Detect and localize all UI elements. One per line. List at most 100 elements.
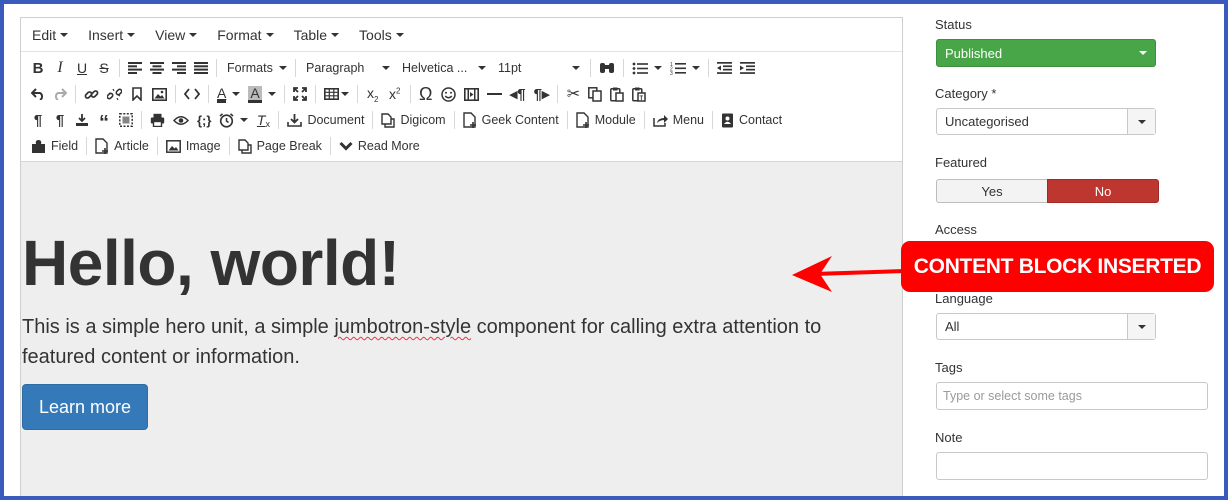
- menu-tools[interactable]: Tools: [359, 27, 404, 43]
- article-button[interactable]: Article: [91, 134, 153, 158]
- toolbar-divider: [372, 111, 374, 129]
- toolbar-divider: [208, 85, 209, 103]
- horizontal-rule-icon[interactable]: [483, 82, 506, 106]
- menu-table[interactable]: Table: [294, 27, 340, 43]
- dropdown-toggle[interactable]: [1127, 109, 1155, 134]
- status-select[interactable]: Published: [936, 39, 1156, 67]
- formats-dropdown[interactable]: Formats: [221, 56, 291, 80]
- numbered-list-icon[interactable]: 123: [666, 56, 704, 80]
- align-justify-icon[interactable]: [190, 56, 212, 80]
- share-icon: [652, 114, 668, 127]
- ltr-paragraph-icon[interactable]: ¶: [27, 108, 49, 132]
- emoticons-icon[interactable]: [437, 82, 460, 106]
- background-color-icon[interactable]: A: [244, 82, 279, 106]
- chevron-down-icon: [395, 32, 404, 37]
- align-right-icon[interactable]: [168, 56, 190, 80]
- menu-insert-label: Insert: [88, 26, 124, 43]
- superscript-icon[interactable]: x2: [384, 82, 406, 106]
- font-size-dropdown[interactable]: 11pt: [492, 56, 586, 80]
- menu-edit[interactable]: Edit: [32, 27, 69, 43]
- insert-datetime-icon[interactable]: [215, 108, 252, 132]
- menu-label: Menu: [672, 113, 705, 127]
- code-sample-icon[interactable]: {;}: [193, 108, 215, 132]
- bullet-list-icon[interactable]: [628, 56, 666, 80]
- file-copy-icon: [381, 112, 396, 128]
- unlink-icon[interactable]: [103, 82, 126, 106]
- featured-yes-option[interactable]: Yes: [936, 179, 1047, 203]
- special-character-icon[interactable]: Ω: [415, 82, 437, 106]
- clear-formatting-icon[interactable]: Tx: [252, 108, 274, 132]
- paste-icon[interactable]: [606, 82, 628, 106]
- strikethrough-icon[interactable]: S: [93, 56, 115, 80]
- category-select[interactable]: Uncategorised: [936, 108, 1156, 135]
- hero-heading: Hello, world!: [22, 227, 400, 299]
- tags-input[interactable]: [936, 382, 1208, 410]
- toolbar-row-4: Field Article Image Page Break Read More: [27, 133, 902, 159]
- find-replace-icon[interactable]: [595, 56, 619, 80]
- text-color-icon[interactable]: A: [213, 82, 244, 106]
- read-more-button[interactable]: Read More: [335, 134, 424, 158]
- learn-more-button[interactable]: Learn more: [22, 384, 148, 430]
- visual-aid-icon[interactable]: [115, 108, 137, 132]
- contact-button[interactable]: Contact: [717, 108, 786, 132]
- preview-icon[interactable]: [169, 108, 193, 132]
- italic-icon[interactable]: I: [49, 56, 71, 80]
- anchor-icon[interactable]: [126, 82, 148, 106]
- source-code-icon[interactable]: [180, 82, 204, 106]
- category-value: Uncategorised: [945, 114, 1029, 129]
- font-family-dropdown[interactable]: Helvetica ...: [396, 56, 492, 80]
- menu-insert[interactable]: Insert: [88, 26, 136, 43]
- page-break-button[interactable]: Page Break: [234, 134, 326, 158]
- geek-content-button[interactable]: Geek Content: [459, 108, 563, 132]
- link-icon[interactable]: [80, 82, 103, 106]
- module-button[interactable]: Module: [572, 108, 640, 132]
- underline-icon[interactable]: U: [71, 56, 93, 80]
- editor-menubar: Edit Insert View Format Table Tools: [21, 18, 902, 52]
- document-button[interactable]: Document: [283, 108, 368, 132]
- menu-button[interactable]: Menu: [649, 108, 708, 132]
- read-more-label: Read More: [357, 139, 420, 153]
- rtl-paragraph-icon[interactable]: ¶: [49, 108, 71, 132]
- menu-view[interactable]: View: [155, 27, 198, 43]
- undo-icon[interactable]: [27, 82, 49, 106]
- print-icon[interactable]: [146, 108, 169, 132]
- paste-text-icon[interactable]: T: [628, 82, 650, 106]
- show-blocks-icon[interactable]: ¶▸: [530, 82, 554, 106]
- media-icon[interactable]: [460, 82, 483, 106]
- blockquote-icon[interactable]: “: [93, 108, 115, 133]
- fullscreen-icon[interactable]: [289, 82, 311, 106]
- menu-format[interactable]: Format: [217, 27, 274, 43]
- toolbar-divider: [295, 59, 296, 77]
- editor-content-area[interactable]: Hello, world! This is a simple hero unit…: [21, 161, 902, 500]
- language-select[interactable]: All: [936, 313, 1156, 340]
- note-input[interactable]: [936, 452, 1208, 480]
- insert-image-icon[interactable]: [148, 82, 171, 106]
- hero-text-start: This is a simple hero unit, a simple: [22, 316, 335, 338]
- toolbar-divider: [141, 111, 142, 129]
- dropdown-toggle[interactable]: [1127, 314, 1155, 339]
- puzzle-icon: [32, 139, 45, 153]
- field-button[interactable]: Field: [27, 134, 82, 158]
- digicom-button[interactable]: Digicom: [377, 108, 449, 132]
- paragraph-direction-icon[interactable]: ◂¶: [506, 82, 530, 106]
- cut-icon[interactable]: ✂: [562, 82, 584, 106]
- align-left-icon[interactable]: [124, 56, 146, 80]
- language-label: Language: [935, 291, 993, 306]
- bold-icon[interactable]: B: [27, 56, 49, 80]
- outdent-icon[interactable]: [713, 56, 736, 80]
- paragraph-dropdown[interactable]: Paragraph: [300, 56, 396, 80]
- align-center-icon[interactable]: [146, 56, 168, 80]
- svg-text:T: T: [640, 95, 644, 101]
- toolbar-divider: [278, 111, 280, 129]
- copy-icon[interactable]: [584, 82, 606, 106]
- chevron-down-icon: [189, 32, 198, 37]
- table-icon[interactable]: [320, 82, 353, 106]
- image-button[interactable]: Image: [162, 134, 225, 158]
- status-label: Status: [935, 17, 972, 32]
- indent-icon[interactable]: [736, 56, 759, 80]
- subscript-icon[interactable]: x2: [362, 82, 384, 106]
- formats-label: Formats: [227, 61, 273, 75]
- redo-icon[interactable]: [49, 82, 71, 106]
- featured-no-option[interactable]: No: [1047, 179, 1159, 203]
- insert-break-icon[interactable]: [71, 108, 93, 132]
